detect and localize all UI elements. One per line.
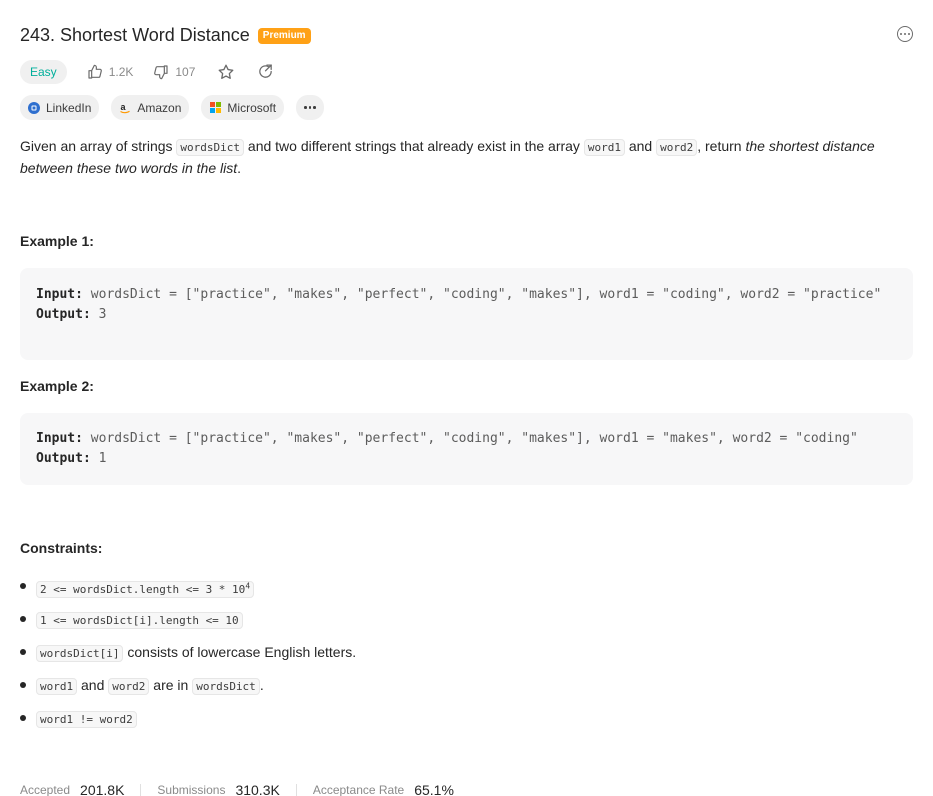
svg-text:a: a [121, 102, 127, 112]
constraint-text: are in [149, 677, 193, 693]
stat-label: Acceptance Rate [312, 783, 405, 796]
inline-code: word2 [656, 139, 698, 156]
example-input: wordsDict = ["practice", "makes", "perfe… [90, 431, 858, 446]
output-label: Output: [36, 307, 91, 322]
more-companies-icon[interactable] [296, 95, 325, 120]
premium-badge: Premium [257, 28, 311, 44]
inline-code: wordsDict[i] [36, 645, 124, 662]
company-tag-microsoft[interactable]: Microsoft [201, 95, 285, 120]
inline-code: wordsDict [192, 678, 260, 695]
problem-meta-row: Easy 1.2K 107 [20, 59, 274, 84]
company-name: Microsoft [227, 100, 277, 115]
constraints-list: 2 <= wordsDict.length <= 3 * 104 1 <= wo… [20, 574, 900, 739]
constraint-item: 1 <= wordsDict[i].length <= 10 [20, 607, 900, 640]
company-name: Amazon [137, 100, 182, 115]
example-input: wordsDict = ["practice", "makes", "perfe… [90, 287, 882, 302]
problem-header: 243. Shortest Word Distance Premium [20, 22, 913, 48]
problem-title: 243. Shortest Word Distance [20, 25, 250, 45]
input-label: Input: [36, 431, 83, 446]
constraint-text: consists of lowercase English letters. [123, 644, 357, 660]
constraints-heading: Constraints: [20, 540, 103, 556]
share-button[interactable] [257, 63, 274, 80]
divider [140, 784, 142, 796]
inline-code: 1 <= wordsDict[i].length <= 10 [36, 612, 243, 629]
example-output: 3 [98, 307, 107, 322]
microsoft-icon [209, 102, 221, 114]
thumbs-up-icon [88, 64, 102, 79]
example-2-box: Input: wordsDict = ["practice", "makes",… [20, 413, 913, 485]
inline-code: wordsDict [176, 139, 245, 156]
company-tags: LinkedIn a Amazon Microsoft [20, 95, 325, 120]
stats-row: Accepted 201.8K Submissions 310.3K Accep… [20, 782, 470, 796]
linkedin-icon [28, 101, 40, 114]
company-tag-amazon[interactable]: a Amazon [111, 95, 190, 120]
inline-code: word1 [36, 678, 78, 695]
desc-text: and [624, 138, 657, 154]
stat-value: 201.8K [80, 782, 125, 796]
example-output: 1 [98, 451, 107, 466]
share-icon [259, 64, 273, 78]
divider [295, 784, 297, 796]
stat-accepted: Accepted 201.8K [20, 782, 140, 796]
constraint-item: 2 <= wordsDict.length <= 3 * 104 [20, 574, 900, 607]
stat-submissions: Submissions 310.3K [157, 782, 295, 796]
constraint-text: . [259, 677, 264, 693]
constraint-text: and [77, 677, 109, 693]
company-name: LinkedIn [46, 100, 92, 115]
inline-code: word1 [583, 139, 625, 156]
desc-text: . [237, 160, 242, 176]
stat-value: 310.3K [235, 782, 280, 796]
desc-text: and two different strings that already e… [244, 138, 584, 154]
favorite-button[interactable] [217, 63, 235, 81]
constraint-item: word1 != word2 [20, 706, 900, 739]
stat-label: Submissions [157, 783, 226, 796]
example-1-box: Input: wordsDict = ["practice", "makes",… [20, 268, 913, 360]
output-label: Output: [36, 451, 91, 466]
star-icon [218, 64, 234, 79]
inline-code: 2 <= wordsDict.length <= 3 * 104 [36, 580, 255, 598]
dislike-count: 107 [175, 64, 196, 79]
input-label: Input: [36, 287, 83, 302]
inline-code: word2 [108, 678, 150, 695]
dislike-button[interactable]: 107 [153, 64, 195, 80]
example-2-heading: Example 2: [20, 378, 94, 394]
difficulty-badge: Easy [20, 59, 67, 84]
stat-value: 65.1% [414, 782, 454, 796]
constraint-item: wordsDict[i] consists of lowercase Engli… [20, 640, 900, 673]
problem-description: Given an array of strings wordsDict and … [20, 136, 915, 179]
like-button[interactable]: 1.2K [87, 64, 134, 80]
like-count: 1.2K [108, 64, 134, 79]
stat-acceptance-rate: Acceptance Rate 65.1% [313, 782, 470, 796]
more-options-icon[interactable] [897, 26, 913, 42]
example-1-heading: Example 1: [20, 233, 94, 249]
thumbs-down-icon [154, 64, 168, 79]
desc-text: Given an array of strings [20, 138, 177, 154]
constraint-item: word1 and word2 are in wordsDict. [20, 673, 900, 706]
desc-text: , return [697, 138, 746, 154]
inline-code: word1 != word2 [36, 711, 137, 728]
company-tag-linkedin[interactable]: LinkedIn [20, 95, 100, 120]
amazon-icon: a [119, 102, 131, 114]
stat-label: Accepted [20, 783, 71, 796]
